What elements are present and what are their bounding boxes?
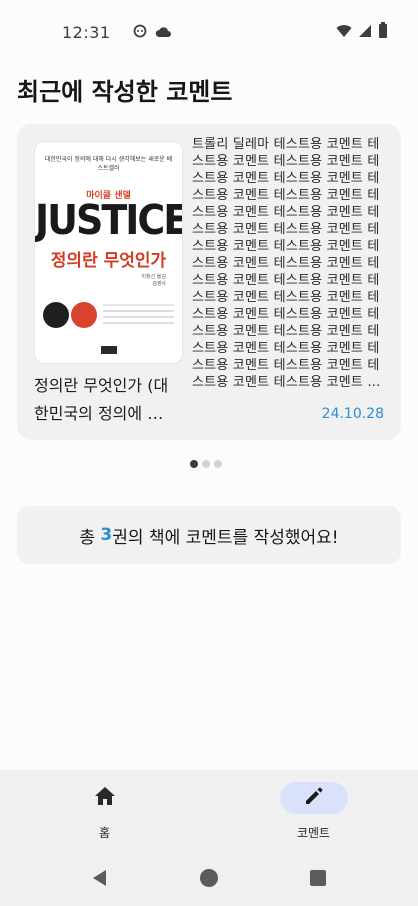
nav-item-home[interactable]: 홈	[0, 770, 209, 854]
wifi-icon	[336, 23, 352, 42]
system-navigation	[0, 854, 418, 906]
cover-badge-dark	[43, 302, 69, 328]
cover-subtitle: 대한민국이 정의에 대해 다시 생각해보는 새로운 베스트셀러	[44, 156, 173, 172]
comment-summary: 총 3 권의 책에 코멘트를 작성했어요!	[17, 506, 401, 564]
nav-label-home: 홈	[98, 826, 111, 840]
nav-pill-comment[interactable]	[279, 782, 348, 814]
pager-dot[interactable]	[214, 460, 222, 468]
comment-date: 24.10.28	[321, 406, 384, 422]
back-icon[interactable]	[91, 869, 109, 891]
status-right	[336, 22, 388, 42]
bottom-navigation: 홈 코멘트	[0, 770, 418, 854]
status-left: 12:31	[62, 23, 171, 42]
book-title: 정의란 무엇인가 (대 한민국의 정의에 …	[34, 376, 169, 423]
cover-publisher-logo	[101, 346, 117, 354]
carousel-pager[interactable]	[190, 460, 222, 468]
summary-suffix: 권의 책에 코멘트를 작성했어요!	[112, 527, 339, 548]
face-icon	[133, 23, 147, 42]
cover-badge-red	[71, 302, 97, 328]
comment-text: 트롤리 딜레마 테스트용 코멘트 테 스트용 코멘트 테스트용 코멘트 테 스트…	[192, 137, 381, 390]
pager-dot[interactable]	[202, 460, 210, 468]
nav-pill-home[interactable]	[71, 782, 139, 814]
home-icon	[94, 786, 116, 810]
recents-icon[interactable]	[309, 869, 327, 891]
signal-icon	[358, 23, 372, 42]
summary-prefix: 총	[79, 527, 101, 548]
cover-blurb	[103, 304, 174, 330]
status-bar: 12:31	[0, 0, 418, 64]
page-title: 최근에 작성한 코멘트	[17, 78, 233, 106]
cover-title-en: JUSTICE	[35, 196, 183, 244]
nav-item-comment[interactable]: 코멘트	[209, 770, 418, 854]
nav-label-comment: 코멘트	[296, 826, 331, 840]
pencil-icon	[304, 786, 324, 810]
status-time: 12:31	[62, 22, 111, 42]
battery-icon	[378, 22, 388, 42]
cover-title-ko: 정의란 무엇인가	[50, 251, 167, 271]
summary-count: 3	[100, 525, 113, 545]
comment-card[interactable]: 대한민국이 정의에 대해 다시 생각해보는 새로운 베스트셀러 마이클 샌델 J…	[17, 124, 401, 440]
cover-translator: 이창신 옮김 김영사	[141, 274, 166, 287]
cloud-icon	[155, 23, 171, 42]
home-circle-icon[interactable]	[199, 868, 219, 892]
pager-dot[interactable]	[190, 460, 198, 468]
book-cover-image[interactable]: 대한민국이 정의에 대해 다시 생각해보는 새로운 베스트셀러 마이클 샌델 J…	[34, 141, 183, 364]
